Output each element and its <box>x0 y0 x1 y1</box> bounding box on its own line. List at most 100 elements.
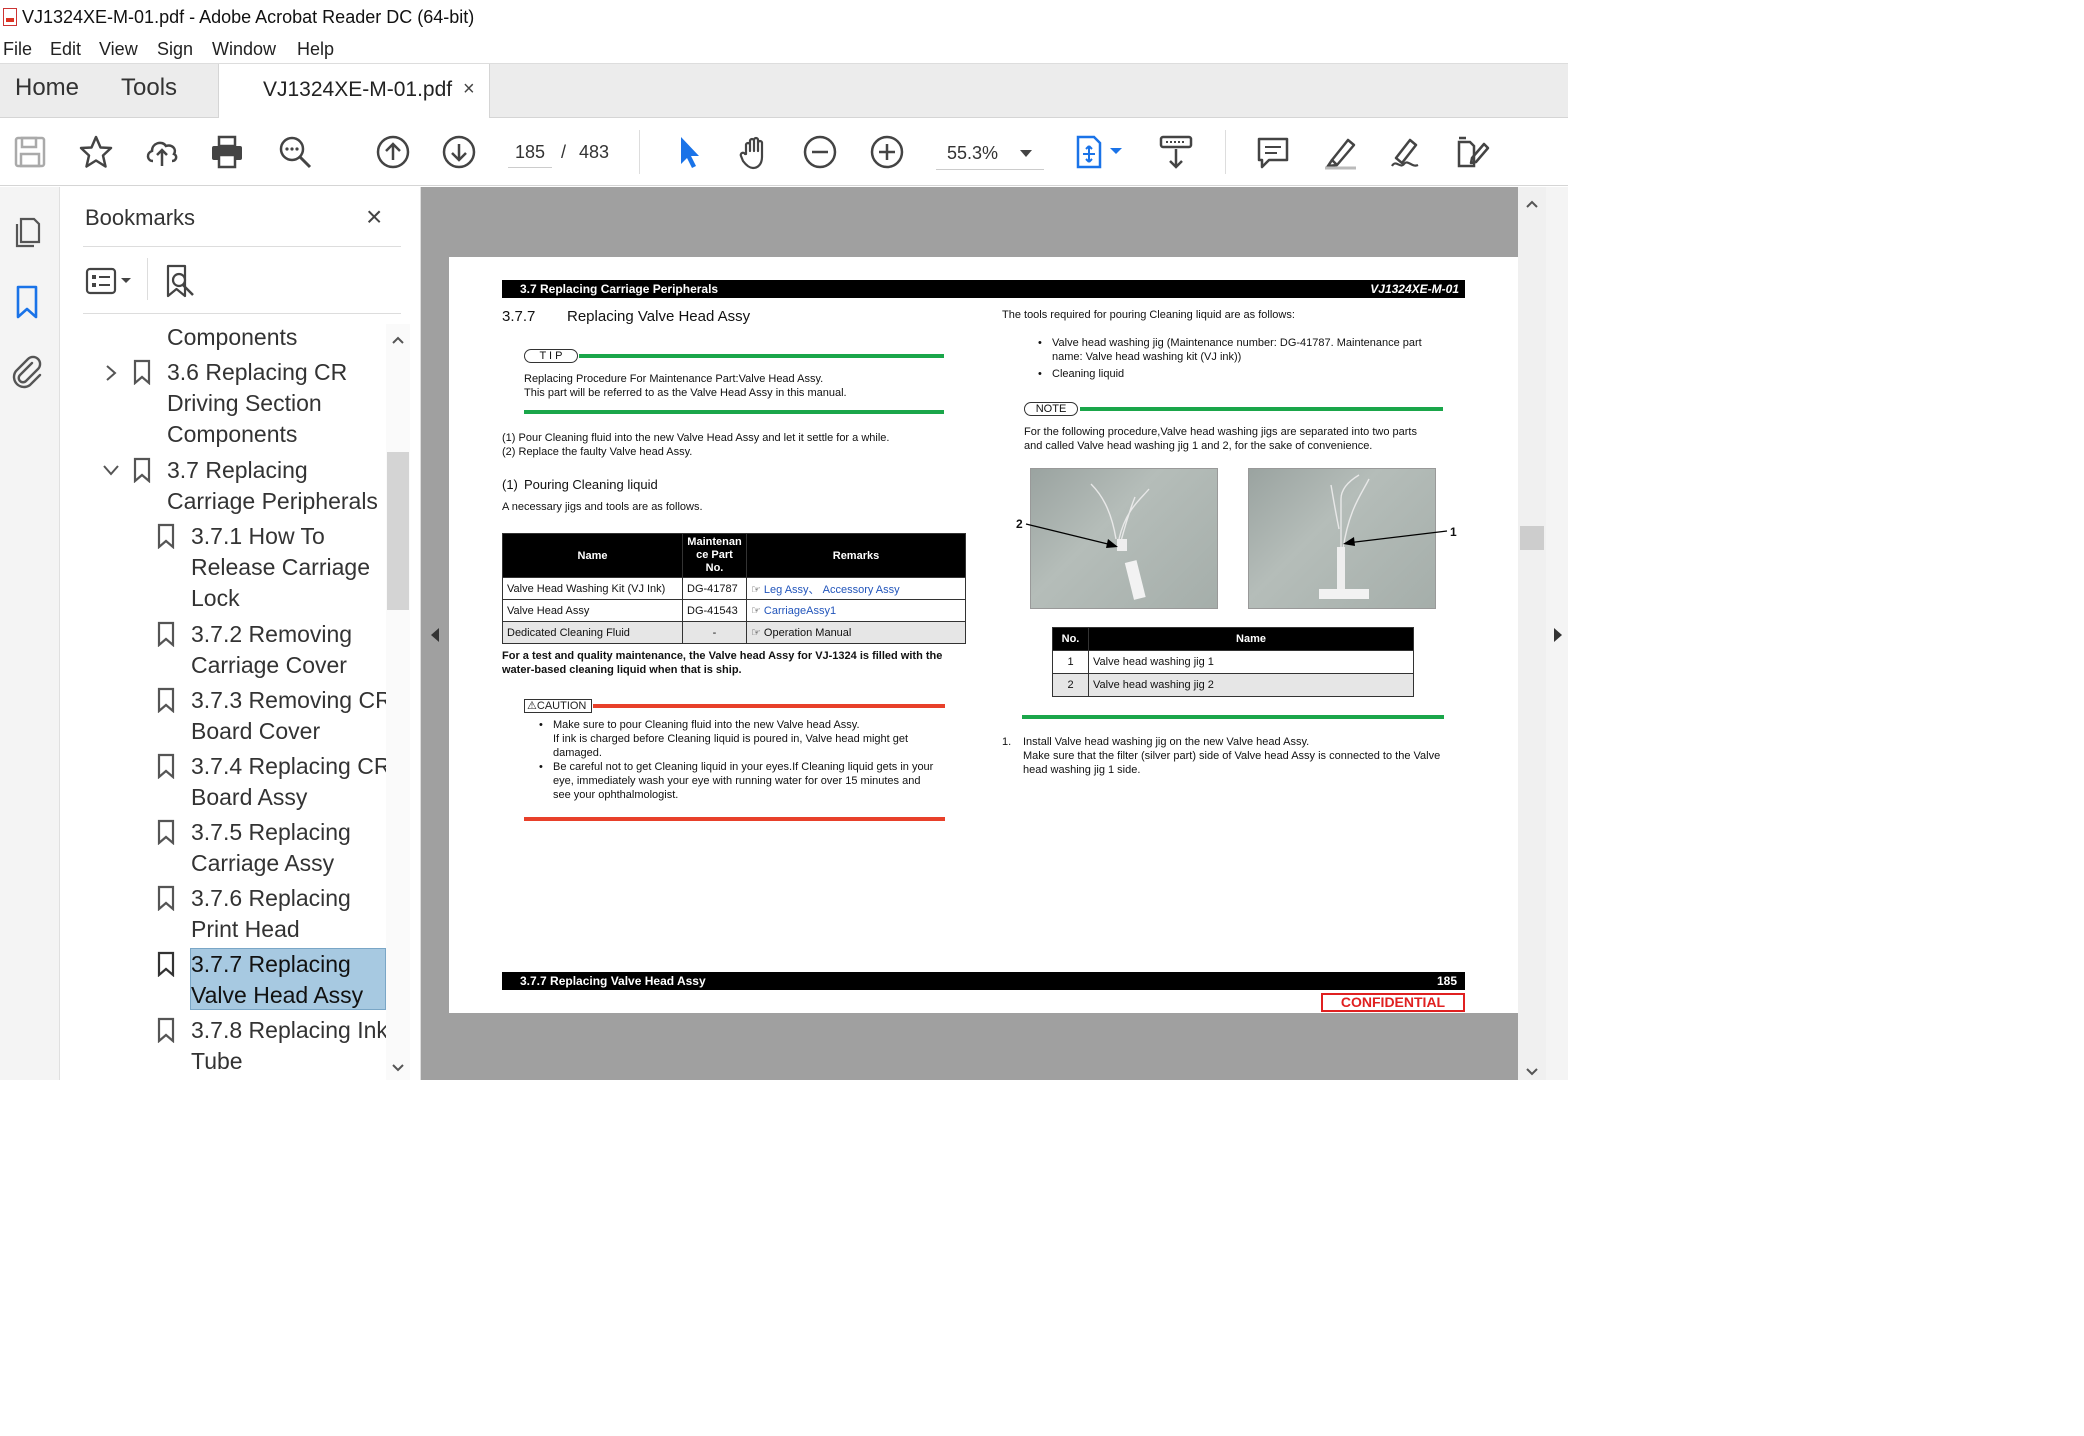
caution-text: eye, immediately wash your eye with runn… <box>553 775 921 787</box>
scrollbar-thumb[interactable] <box>387 452 409 610</box>
footer-page-number: 185 <box>1436 974 1457 988</box>
menu-help[interactable]: Help <box>297 39 334 60</box>
step-text: Install Valve head washing jig on the ne… <box>1023 736 1310 748</box>
chevron-down-icon[interactable] <box>101 462 121 478</box>
step-text: (2) Replace the faulty Valve head Assy. <box>502 446 693 458</box>
bookmark-item[interactable]: 3.7 Replacing Carriage Peripherals <box>167 455 378 517</box>
table-cell-link[interactable]: ☞ Leg Assy、 Accessory Assy <box>746 577 966 600</box>
bookmark-icon <box>157 753 175 780</box>
table-header: Name <box>1088 627 1414 651</box>
bookmark-item[interactable]: 3.7.5 Replacing Carriage Assy <box>191 817 351 879</box>
chevron-down-icon[interactable] <box>391 1060 405 1072</box>
subsection-title: Pouring Cleaning liquid <box>524 477 658 492</box>
bookmarks-title: Bookmarks <box>85 205 196 230</box>
zoom-in-icon[interactable] <box>869 134 905 170</box>
select-cursor-icon[interactable] <box>671 134 707 170</box>
bookmark-item-selected[interactable]: 3.7.7 Replacing Valve Head Assy <box>191 949 363 1011</box>
scrollbar-thumb[interactable] <box>1520 526 1544 550</box>
table-row: Valve Head Washing Kit (VJ Ink) DG-41787… <box>502 577 966 600</box>
chevron-right-icon[interactable] <box>103 363 119 383</box>
warning-icon: ⚠ <box>527 700 537 712</box>
link-text[interactable]: CarriageAssy1 <box>764 605 836 617</box>
table-cell: Valve Head Washing Kit (VJ Ink) <box>502 577 683 600</box>
menu-bar: File Edit View Sign Window Help <box>0 36 1568 64</box>
cell-text: Operation Manual <box>763 627 852 639</box>
bookmark-icon <box>157 1017 175 1044</box>
save-icon[interactable] <box>12 134 48 170</box>
bookmark-item[interactable]: 3.6 Replacing CR Driving Section Compone… <box>167 357 347 450</box>
highlight-pen-icon[interactable] <box>1322 134 1358 170</box>
section-number: 3.7.7 <box>502 308 536 325</box>
menu-sign[interactable]: Sign <box>157 39 193 60</box>
close-tab-icon[interactable]: × <box>463 78 475 101</box>
bookmark-item[interactable]: 3.7.6 Replacing Print Head <box>191 883 351 945</box>
body-text: Cleaning liquid <box>1052 368 1125 380</box>
bold-note: For a test and quality maintenance, the … <box>502 650 943 662</box>
table-cell: - <box>682 621 747 644</box>
menu-view[interactable]: View <box>99 39 138 60</box>
table-cell-link[interactable]: ☞ CarriageAssy1 <box>746 599 966 622</box>
caution-text: Make sure to pour Cleaning fluid into th… <box>553 719 860 731</box>
attachments-icon[interactable] <box>10 353 44 389</box>
collapse-panel-arrow-icon[interactable] <box>428 626 442 644</box>
body-text: name: Valve head washing kit (VJ ink)) <box>1052 351 1242 363</box>
next-page-icon[interactable] <box>441 134 477 170</box>
cloud-upload-icon[interactable] <box>144 134 180 170</box>
tab-document[interactable]: VJ1324XE-M-01.pdf × <box>218 64 490 119</box>
expand-panel-arrow-icon[interactable] <box>1551 626 1565 644</box>
scroll-mode-icon[interactable] <box>1158 134 1194 170</box>
bookmarks-scrollbar[interactable] <box>386 324 410 1080</box>
pointing-hand-icon: ☞ <box>751 605 764 617</box>
bookmark-label: Board Cover <box>191 718 321 744</box>
caution-text: If ink is charged before Cleaning liquid… <box>553 733 909 745</box>
bold-note: water-based cleaning liquid when that is… <box>502 664 742 676</box>
bookmark-icon <box>133 359 151 386</box>
menu-window[interactable]: Window <box>212 39 276 60</box>
bookmark-item[interactable]: 3.7.4 Replacing CR Board Assy <box>191 751 390 813</box>
caution-label: ⚠CAUTION <box>524 699 592 713</box>
find-zoom-icon[interactable] <box>277 134 313 170</box>
bookmark-item[interactable]: 3.7.2 Removing Carriage Cover <box>191 619 352 681</box>
bookmark-item[interactable]: 3.7.8 Replacing Ink Tube <box>191 1015 388 1077</box>
hand-tool-icon[interactable] <box>737 134 773 170</box>
bookmark-label: 3.7.3 Removing CR <box>191 687 392 713</box>
edit-document-icon[interactable] <box>1454 134 1490 170</box>
bookmark-item[interactable]: 3.7.1 How To Release Carriage Lock <box>191 521 370 614</box>
tab-tools[interactable]: Tools <box>121 74 177 102</box>
comment-icon[interactable] <box>1255 134 1291 170</box>
table-cell: 2 <box>1052 673 1089 697</box>
page-number-input[interactable]: 185 <box>508 136 552 168</box>
chevron-down-icon[interactable] <box>1525 1064 1539 1076</box>
close-panel-icon[interactable]: × <box>366 201 382 233</box>
subsection-number: (1) <box>502 477 518 492</box>
tip-text: Replacing Procedure For Maintenance Part… <box>524 373 824 385</box>
chevron-up-icon[interactable] <box>391 332 405 344</box>
document-scrollbar[interactable] <box>1518 187 1546 1080</box>
sign-pen-icon[interactable] <box>1388 134 1424 170</box>
window-title: VJ1324XE-M-01.pdf - Adobe Acrobat Reader… <box>22 7 475 27</box>
caution-text: damaged. <box>553 747 602 759</box>
page-thumbnails-icon[interactable] <box>12 215 44 249</box>
chevron-up-icon[interactable] <box>1525 196 1539 208</box>
previous-page-icon[interactable] <box>375 134 411 170</box>
bookmark-options-icon[interactable] <box>85 265 133 297</box>
fit-page-icon[interactable] <box>1074 134 1124 170</box>
zoom-out-icon[interactable] <box>802 134 838 170</box>
bookmark-search-icon[interactable] <box>163 263 199 299</box>
star-icon[interactable] <box>78 134 114 170</box>
bookmark-label: 3.7.1 How To <box>191 523 325 549</box>
step-number: 1. <box>1002 736 1012 748</box>
tab-home[interactable]: Home <box>15 74 79 102</box>
bullet: • <box>539 761 543 773</box>
menu-edit[interactable]: Edit <box>50 39 81 60</box>
table-cell: Valve head washing jig 2 <box>1088 673 1414 697</box>
menu-file[interactable]: File <box>3 39 32 60</box>
zoom-select[interactable]: 55.3% <box>936 136 1044 170</box>
print-icon[interactable] <box>209 134 245 170</box>
table-row: 2 Valve head washing jig 2 <box>1052 673 1414 697</box>
bookmarks-panel-icon[interactable] <box>14 285 40 319</box>
table-header: No. <box>1052 627 1089 651</box>
bookmark-item[interactable]: 3.7.3 Removing CR Board Cover <box>191 685 392 747</box>
bookmark-item[interactable]: Components <box>167 322 297 353</box>
link-text[interactable]: Leg Assy、 Accessory Assy <box>764 584 900 596</box>
